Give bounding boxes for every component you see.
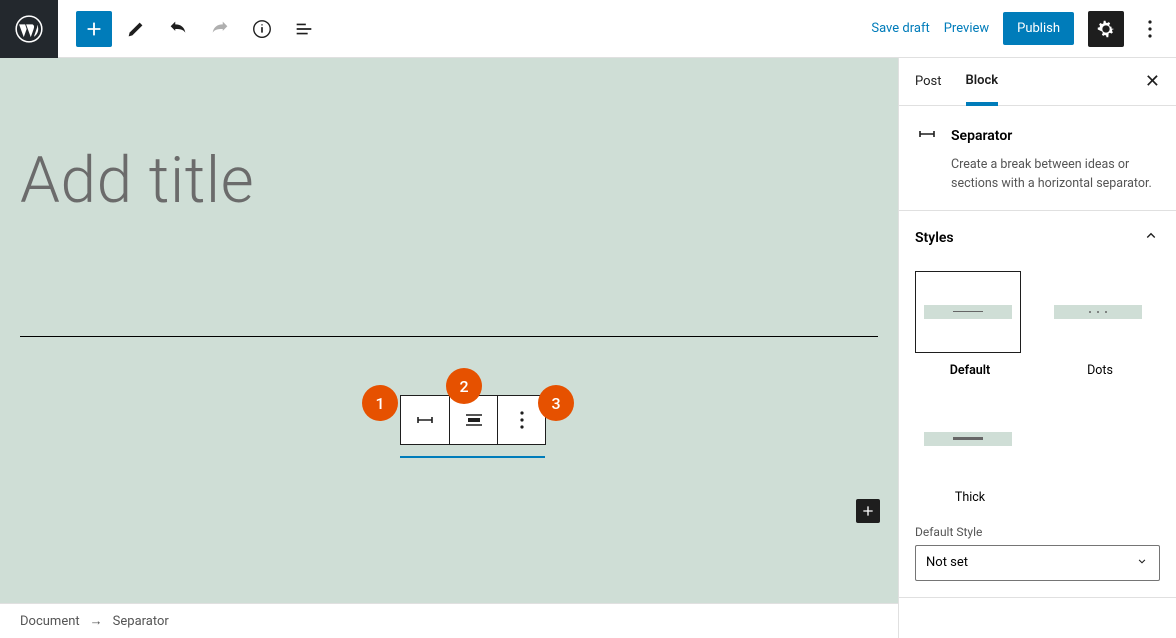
select-value: Not set: [926, 555, 968, 570]
chevron-up-icon: [1142, 227, 1160, 249]
default-style-select[interactable]: Not set: [915, 545, 1160, 581]
style-thick[interactable]: Thick: [915, 398, 1025, 505]
redo-icon[interactable]: [202, 11, 238, 47]
block-name: Separator: [951, 128, 1012, 144]
block-type-icon[interactable]: [401, 396, 449, 444]
breadcrumb-root[interactable]: Document: [20, 614, 80, 629]
chevron-down-icon: [1135, 554, 1149, 572]
undo-icon[interactable]: [160, 11, 196, 47]
preview-button[interactable]: Preview: [944, 21, 989, 36]
style-label: Dots: [1045, 363, 1155, 378]
breadcrumb-current[interactable]: Separator: [113, 614, 169, 629]
separator-block[interactable]: [20, 336, 878, 337]
breadcrumb-arrow: →: [90, 613, 103, 629]
annotation-2: 2: [446, 368, 482, 404]
add-block-button[interactable]: [76, 11, 112, 47]
annotation-1: 1: [362, 385, 398, 421]
top-toolbar: Save draft Preview Publish: [0, 0, 1176, 58]
separator-icon: [915, 122, 939, 150]
styles-panel-toggle[interactable]: Styles: [915, 227, 1160, 249]
style-label: Thick: [915, 490, 1025, 505]
block-toolbar: [400, 395, 546, 445]
outline-icon[interactable]: [286, 11, 322, 47]
more-options-icon[interactable]: [1138, 20, 1162, 38]
selection-indicator: [400, 456, 545, 458]
style-default[interactable]: Default: [915, 271, 1025, 378]
editor-canvas[interactable]: Add title 1 2 3: [0, 58, 898, 603]
add-block-inline-button[interactable]: [856, 499, 880, 523]
edit-mode-icon[interactable]: [118, 11, 154, 47]
style-label: Default: [915, 363, 1025, 378]
block-description-text: Create a break between ideas or sections…: [951, 156, 1160, 194]
annotation-3: 3: [538, 385, 574, 421]
block-description: Separator Create a break between ideas o…: [899, 106, 1176, 211]
settings-sidebar: Post Block ✕ Separator Create a break be…: [898, 58, 1176, 638]
info-icon[interactable]: [244, 11, 280, 47]
styles-title: Styles: [915, 230, 954, 246]
settings-button[interactable]: [1088, 11, 1124, 47]
tab-block[interactable]: Block: [966, 59, 999, 106]
top-left-tools: [58, 11, 322, 47]
post-title-input[interactable]: Add title: [20, 143, 878, 218]
default-style-label: Default Style: [915, 525, 1160, 539]
save-draft-button[interactable]: Save draft: [871, 21, 929, 36]
tab-post[interactable]: Post: [915, 58, 942, 105]
breadcrumb-footer: Document → Separator: [0, 603, 898, 638]
wordpress-logo[interactable]: [0, 0, 58, 58]
close-sidebar-icon[interactable]: ✕: [1145, 71, 1160, 92]
publish-button[interactable]: Publish: [1003, 12, 1074, 45]
styles-panel: Styles Default Dots Thick Default Style …: [899, 211, 1176, 598]
sidebar-tabs: Post Block ✕: [899, 58, 1176, 106]
top-right-actions: Save draft Preview Publish: [871, 11, 1176, 47]
style-dots[interactable]: Dots: [1045, 271, 1155, 378]
align-button[interactable]: [449, 396, 497, 444]
